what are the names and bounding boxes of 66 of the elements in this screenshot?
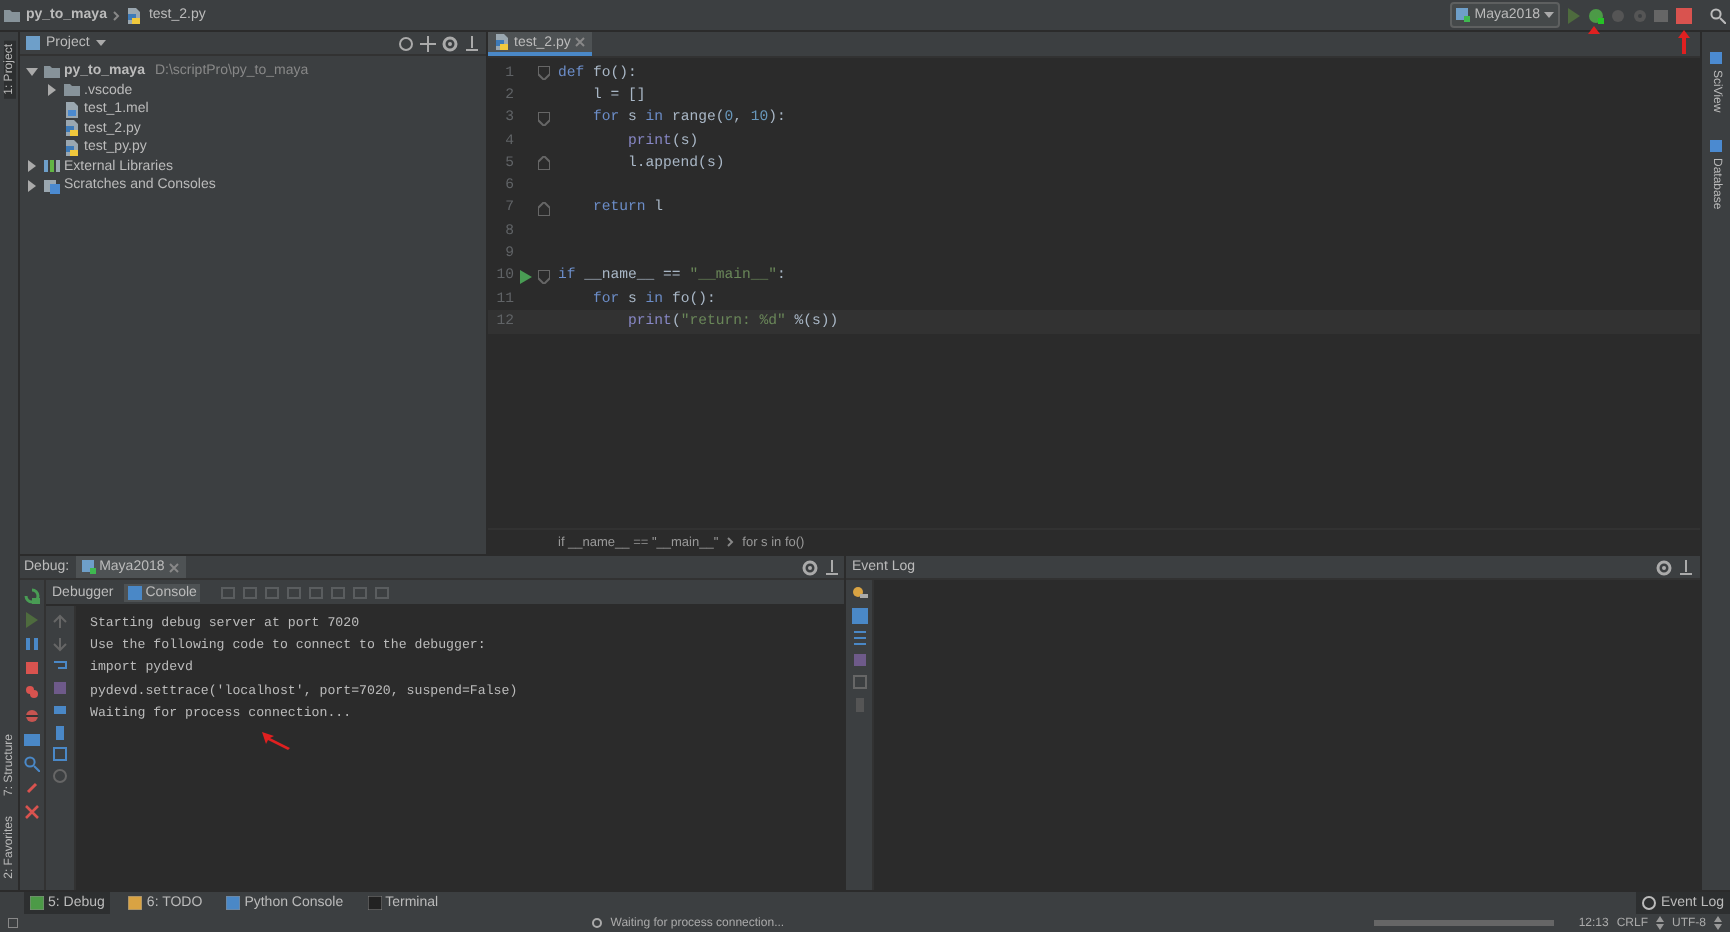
tool-window-icon xyxy=(1710,52,1722,64)
settings-icon[interactable] xyxy=(851,586,867,602)
python-file-icon xyxy=(494,34,510,50)
run-icon[interactable] xyxy=(1566,7,1582,23)
settings-icon[interactable] xyxy=(442,35,458,51)
python-file-icon xyxy=(126,7,143,23)
pin-icon[interactable] xyxy=(24,780,40,796)
settings-icon[interactable] xyxy=(1656,559,1672,575)
zoom-icon[interactable] xyxy=(24,756,40,772)
close-icon[interactable] xyxy=(168,561,181,573)
scratch-icon xyxy=(44,177,60,194)
console-icon xyxy=(127,585,142,599)
updown-icon[interactable] xyxy=(1714,916,1723,930)
file-icon xyxy=(64,101,80,118)
close-icon[interactable] xyxy=(574,36,587,48)
python-file-icon xyxy=(1456,8,1471,22)
fold-start-icon[interactable] xyxy=(538,111,550,126)
spinner-icon xyxy=(592,918,603,928)
hide-panel-icon[interactable] xyxy=(824,559,840,575)
tool-window-icon xyxy=(1710,140,1722,153)
collapsed-arrow-icon[interactable] xyxy=(24,158,40,175)
pause-icon[interactable] xyxy=(24,636,40,652)
debug-icon xyxy=(30,896,44,910)
resume-icon[interactable] xyxy=(24,612,40,628)
fold-start-icon[interactable] xyxy=(538,66,550,81)
python-file-icon xyxy=(81,560,96,574)
run-gutter-icon[interactable] xyxy=(520,269,532,284)
annotation-arrow-icon xyxy=(262,732,290,750)
hide-panel-icon[interactable] xyxy=(464,35,480,51)
fold-end-icon[interactable] xyxy=(538,201,550,216)
stop-icon[interactable] xyxy=(24,660,40,676)
stop-icon[interactable] xyxy=(1676,7,1692,23)
search-icon[interactable] xyxy=(1710,7,1726,23)
settings-icon[interactable] xyxy=(802,559,818,575)
hide-panel-icon[interactable] xyxy=(1678,559,1694,575)
breakpoints-icon[interactable] xyxy=(24,684,40,700)
rerun-icon[interactable] xyxy=(24,588,40,604)
event-log-icon xyxy=(1642,896,1657,910)
python-console-icon xyxy=(226,896,241,910)
folder-icon xyxy=(4,7,20,23)
locate-icon[interactable] xyxy=(398,35,414,51)
separator-icon xyxy=(726,536,735,548)
collapsed-arrow-icon[interactable] xyxy=(44,82,60,99)
caret-icon xyxy=(1544,10,1554,20)
scroll-icon[interactable] xyxy=(851,630,867,646)
library-icon xyxy=(44,158,60,175)
fold-start-icon[interactable] xyxy=(538,269,550,284)
collapse-icon[interactable] xyxy=(420,35,436,51)
annotation-arrow-icon xyxy=(1678,29,1690,53)
updown-icon[interactable] xyxy=(1656,916,1665,930)
annotation-arrow-icon xyxy=(1588,25,1600,33)
collapsed-arrow-icon[interactable] xyxy=(24,177,40,194)
mute-breakpoints-icon[interactable] xyxy=(24,708,40,724)
caret-icon[interactable] xyxy=(95,38,106,48)
separator-icon xyxy=(112,9,121,21)
profile-icon[interactable] xyxy=(1632,7,1648,23)
down-icon[interactable] xyxy=(52,636,68,652)
debug-icon[interactable] xyxy=(1588,7,1604,23)
expanded-arrow-icon[interactable] xyxy=(24,63,40,80)
todo-icon xyxy=(128,896,143,910)
up-icon[interactable] xyxy=(52,614,68,630)
fold-end-icon[interactable] xyxy=(538,156,550,171)
coverage-icon[interactable] xyxy=(1610,7,1626,23)
project-icon xyxy=(26,36,40,50)
history-icon[interactable] xyxy=(52,768,68,784)
close-icon[interactable] xyxy=(24,804,40,820)
